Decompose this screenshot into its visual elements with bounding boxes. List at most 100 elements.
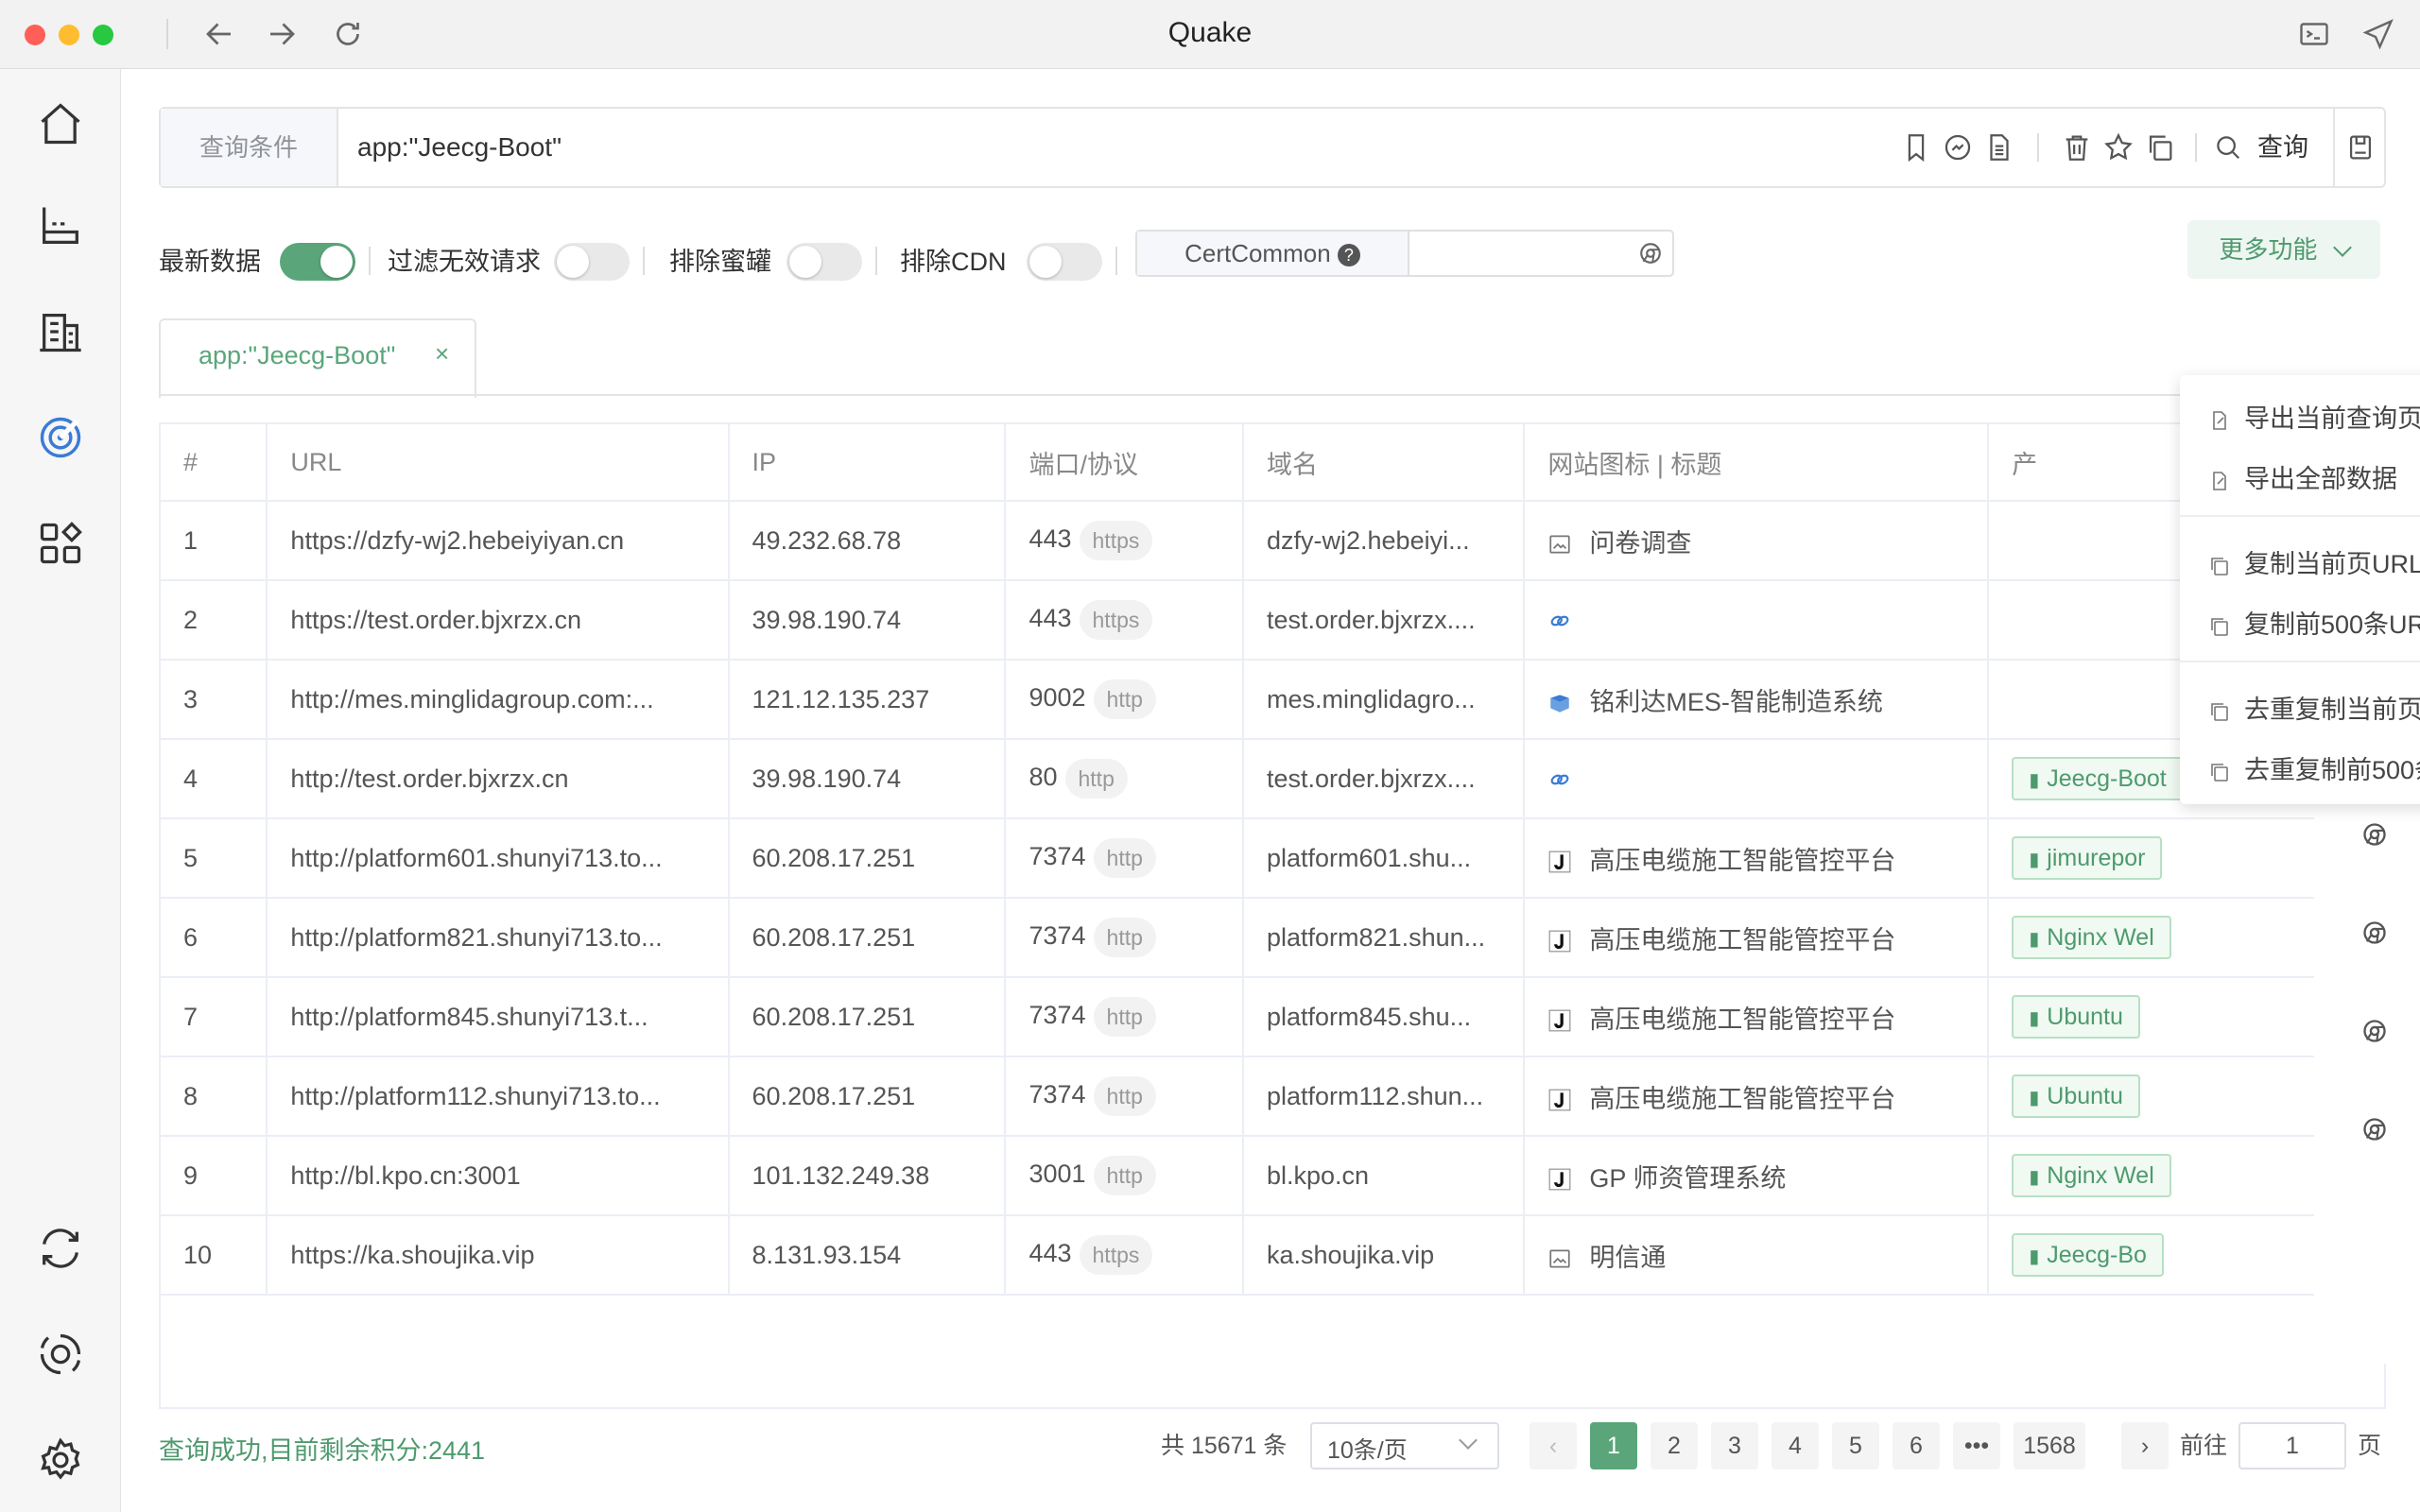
product-badge[interactable]: ▮ jimurepor bbox=[2012, 836, 2163, 880]
cert-common-input[interactable] bbox=[1411, 232, 1638, 275]
table-row[interactable]: 4 http://test.order.bjxrzx.cn 39.98.190.74… bbox=[161, 739, 2384, 819]
page-button[interactable]: 4 bbox=[1772, 1422, 1819, 1469]
terminal-icon[interactable] bbox=[2297, 17, 2331, 51]
close-icon[interactable]: × bbox=[435, 339, 449, 369]
page-button[interactable]: 1568 bbox=[2014, 1422, 2085, 1469]
query-condition-label[interactable]: 查询条件 bbox=[161, 109, 338, 186]
more-pages-button[interactable]: ••• bbox=[1953, 1422, 2000, 1469]
page-button[interactable]: 2 bbox=[1651, 1422, 1698, 1469]
table-row[interactable]: 10 https://ka.shoujika.vip 8.131.93.154 443… bbox=[161, 1215, 2384, 1296]
row-url[interactable]: http://mes.minglidagroup.com:... bbox=[267, 660, 730, 740]
next-page-button[interactable]: › bbox=[2121, 1422, 2169, 1469]
copy-first-500-url-item[interactable]: 复制前500条URL bbox=[2208, 604, 2420, 641]
save-icon[interactable] bbox=[2344, 131, 2377, 163]
home-icon[interactable] bbox=[36, 99, 85, 148]
table-row[interactable]: 6 http://platform821.shunyi713.to... 60.20… bbox=[161, 898, 2384, 978]
page-size-select[interactable]: 10条/页 bbox=[1310, 1422, 1499, 1469]
page-button[interactable]: 1 bbox=[1590, 1422, 1637, 1469]
table-row[interactable]: 5 http://platform601.shunyi713.to... 60.20… bbox=[161, 818, 2384, 899]
search-icon[interactable] bbox=[2214, 133, 2242, 162]
row-ip[interactable]: 101.132.249.38 bbox=[728, 1136, 1007, 1216]
row-ip[interactable]: 39.98.190.74 bbox=[728, 580, 1007, 661]
gear-icon[interactable] bbox=[36, 1435, 85, 1485]
gauge-icon[interactable] bbox=[1942, 131, 1974, 163]
more-features-button[interactable]: 更多功能 bbox=[2187, 220, 2380, 279]
row-url[interactable]: http://platform821.shunyi713.to... bbox=[267, 898, 730, 978]
product-badge[interactable]: ▮ Ubuntu bbox=[2012, 995, 2140, 1039]
table-row[interactable]: 8 http://platform112.shunyi713.to... 60.20… bbox=[161, 1057, 2384, 1137]
row-url[interactable]: http://platform845.shunyi713.t... bbox=[267, 977, 730, 1057]
page-button[interactable]: 6 bbox=[1893, 1422, 1940, 1469]
product-badge[interactable]: ▮ Nginx Wel bbox=[2012, 916, 2171, 959]
help-icon[interactable]: ? bbox=[1337, 244, 1360, 267]
goto-page-input[interactable]: 1 bbox=[2238, 1422, 2346, 1469]
filter-invalid-toggle[interactable] bbox=[554, 243, 630, 281]
table-row[interactable]: 9 http://bl.kpo.cn:3001 101.132.249.38 3001… bbox=[161, 1136, 2384, 1216]
row-ip[interactable]: 60.208.17.251 bbox=[728, 898, 1007, 978]
table-row[interactable]: 7 http://platform845.shunyi713.t... 60.208… bbox=[161, 977, 2384, 1057]
exclude-honeypot-toggle[interactable] bbox=[786, 243, 862, 281]
row-url[interactable]: http://test.order.bjxrzx.cn bbox=[267, 739, 730, 819]
copy-current-page-url-item[interactable]: 复制当前页URL bbox=[2208, 543, 2420, 580]
page-button[interactable]: 3 bbox=[1711, 1422, 1758, 1469]
row-browser-icon[interactable] bbox=[2361, 919, 2388, 953]
cert-common-label[interactable]: CertCommon ? bbox=[1137, 232, 1409, 275]
product-badge[interactable]: ▮ Ubuntu bbox=[2012, 1074, 2140, 1118]
row-url[interactable]: https://test.order.bjxrzx.cn bbox=[267, 580, 730, 661]
send-icon[interactable] bbox=[2361, 17, 2395, 51]
copy-icon[interactable] bbox=[2144, 131, 2176, 163]
product-badge[interactable]: ▮ Jeecg-Boot bbox=[2012, 757, 2184, 800]
dedup-copy-current-page-item[interactable]: 去重复制当前页URL bbox=[2208, 689, 2420, 726]
apps-icon[interactable] bbox=[36, 519, 85, 568]
row-url[interactable]: https://dzfy-wj2.hebeiyiyan.cn bbox=[267, 501, 730, 581]
prev-page-button[interactable]: ‹ bbox=[1530, 1422, 1577, 1469]
chrome-icon[interactable] bbox=[1638, 241, 1663, 266]
bookmark-icon[interactable] bbox=[1900, 131, 1932, 163]
dedup-copy-first-500-item[interactable]: 去重复制前500条URL bbox=[2208, 749, 2420, 786]
product-badge[interactable]: ▮ Nginx Wel bbox=[2012, 1154, 2171, 1197]
row-url[interactable]: http://bl.kpo.cn:3001 bbox=[267, 1136, 730, 1216]
row-url[interactable]: https://ka.shoujika.vip bbox=[267, 1215, 730, 1296]
row-url[interactable]: http://platform601.shunyi713.to... bbox=[267, 818, 730, 899]
trash-icon[interactable] bbox=[2061, 131, 2093, 163]
target-icon[interactable] bbox=[36, 1330, 85, 1379]
row-domain[interactable]: platform601.shu... bbox=[1243, 818, 1526, 899]
row-url[interactable]: http://platform112.shunyi713.to... bbox=[267, 1057, 730, 1137]
row-browser-icon[interactable] bbox=[2361, 1018, 2388, 1051]
row-ip[interactable]: 8.131.93.154 bbox=[728, 1215, 1007, 1296]
row-domain[interactable]: dzfy-wj2.hebeiyi... bbox=[1243, 501, 1526, 581]
table-row[interactable]: 2 https://test.order.bjxrzx.cn 39.98.190.7… bbox=[161, 580, 2384, 661]
row-ip[interactable]: 60.208.17.251 bbox=[728, 818, 1007, 899]
star-icon[interactable] bbox=[2102, 131, 2135, 163]
table-row[interactable]: 3 http://mes.minglidagroup.com:... 121.12.… bbox=[161, 660, 2384, 740]
row-domain[interactable]: ka.shoujika.vip bbox=[1243, 1215, 1526, 1296]
exclude-cdn-toggle[interactable] bbox=[1027, 243, 1102, 281]
row-domain[interactable]: platform112.shun... bbox=[1243, 1057, 1526, 1137]
search-input[interactable]: app:"Jeecg-Boot" bbox=[357, 109, 562, 186]
query-button[interactable]: 查询 bbox=[2257, 109, 2308, 186]
row-browser-icon[interactable] bbox=[2361, 821, 2388, 854]
export-current-page-item[interactable]: 导出当前查询页数据 bbox=[2208, 398, 2420, 435]
export-all-item[interactable]: 导出全部数据 bbox=[2208, 458, 2397, 495]
latest-data-toggle[interactable] bbox=[280, 243, 355, 281]
row-domain[interactable]: test.order.bjxrzx.... bbox=[1243, 580, 1526, 661]
row-domain[interactable]: test.order.bjxrzx.... bbox=[1243, 739, 1526, 819]
sync-icon[interactable] bbox=[36, 1224, 85, 1273]
row-domain[interactable]: platform821.shun... bbox=[1243, 898, 1526, 978]
row-browser-icon[interactable] bbox=[2361, 1116, 2388, 1149]
page-button[interactable]: 5 bbox=[1832, 1422, 1879, 1469]
router-icon[interactable] bbox=[36, 201, 85, 250]
document-icon[interactable] bbox=[1983, 131, 2015, 163]
building-icon[interactable] bbox=[36, 307, 85, 356]
table-row[interactable]: 1 https://dzfy-wj2.hebeiyiyan.cn 49.232.68… bbox=[161, 501, 2384, 581]
radar-icon[interactable] bbox=[36, 413, 85, 462]
product-badge[interactable]: ▮ Jeecg-Bo bbox=[2012, 1233, 2164, 1277]
query-tab[interactable]: app:"Jeecg-Boot" × bbox=[159, 318, 476, 398]
row-ip[interactable]: 121.12.135.237 bbox=[728, 660, 1007, 740]
row-ip[interactable]: 39.98.190.74 bbox=[728, 739, 1007, 819]
row-ip[interactable]: 49.232.68.78 bbox=[728, 501, 1007, 581]
row-ip[interactable]: 60.208.17.251 bbox=[728, 977, 1007, 1057]
row-ip[interactable]: 60.208.17.251 bbox=[728, 1057, 1007, 1137]
row-domain[interactable]: bl.kpo.cn bbox=[1243, 1136, 1526, 1216]
row-domain[interactable]: mes.minglidagro... bbox=[1243, 660, 1526, 740]
